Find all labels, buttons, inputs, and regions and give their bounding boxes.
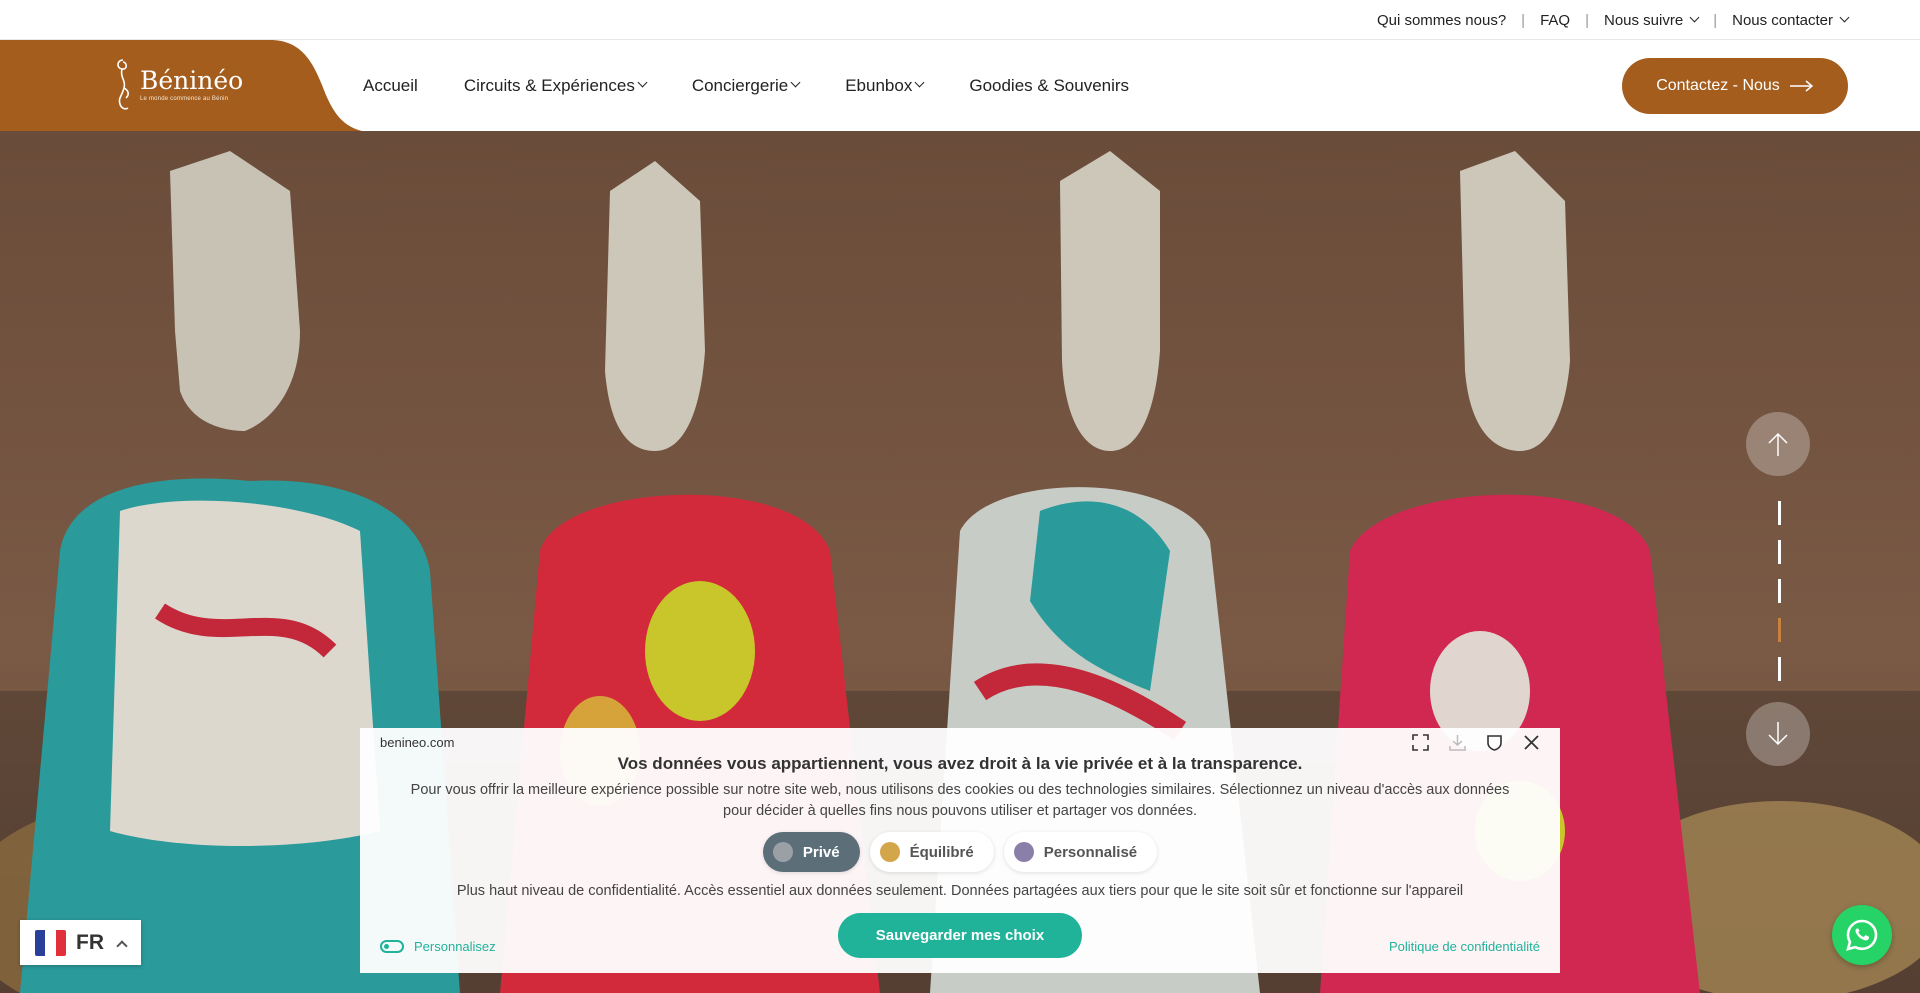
language-code: FR — [76, 930, 104, 954]
slider-pagination — [1778, 501, 1781, 681]
link-faq[interactable]: FAQ — [1540, 12, 1570, 29]
slider-dot-2[interactable] — [1778, 540, 1781, 564]
separator: | — [1585, 11, 1589, 29]
nav-conciergerie[interactable]: Conciergerie — [692, 76, 801, 96]
level-personnalise-button[interactable]: Personnalisé — [1003, 832, 1158, 872]
contact-us-button[interactable]: Contactez - Nous — [1622, 58, 1848, 114]
slider-down-button[interactable] — [1746, 702, 1810, 766]
nav-ebunbox[interactable]: Ebunbox — [845, 76, 925, 96]
top-utility-bar: Qui sommes nous? | FAQ | Nous suivre | N… — [0, 0, 1920, 40]
arrow-right-icon — [1789, 80, 1813, 92]
privacy-level-selector: Privé Équilibré Personnalisé — [360, 832, 1560, 872]
nav-accueil[interactable]: Accueil — [363, 76, 418, 96]
nav-circuits-experiences[interactable]: Circuits & Expériences — [464, 76, 648, 96]
level-prive-button[interactable]: Privé — [762, 832, 860, 872]
whatsapp-icon — [1846, 919, 1878, 951]
slider-dot-4[interactable] — [1778, 618, 1781, 642]
chevron-down-icon — [914, 77, 925, 88]
cookie-description: Pour vous offrir la meilleure expérience… — [410, 782, 1510, 819]
main-header: Béninéo Le monde commence au Bénin Accue… — [0, 40, 1920, 131]
cookie-domain: benineo.com — [380, 735, 455, 750]
level-description: Plus haut niveau de confidentialité. Acc… — [456, 883, 1464, 899]
close-icon[interactable] — [1523, 734, 1540, 751]
slider-up-button[interactable] — [1746, 412, 1810, 476]
whatsapp-button[interactable] — [1832, 905, 1892, 965]
level-indicator-icon — [772, 842, 793, 862]
customize-link[interactable]: Personnalisez — [380, 939, 496, 954]
level-equilibre-button[interactable]: Équilibré — [869, 832, 994, 872]
language-switcher[interactable]: FR — [20, 920, 141, 965]
chevron-down-icon — [1689, 12, 1700, 22]
nav-goodies-souvenirs[interactable]: Goodies & Souvenirs — [969, 76, 1129, 96]
level-indicator-icon — [879, 842, 900, 862]
arrow-down-icon — [1768, 722, 1788, 746]
logo-tagline: Le monde commence au Bénin — [140, 96, 229, 102]
expand-icon[interactable] — [1412, 734, 1429, 751]
topbar-links: Qui sommes nous? | FAQ | Nous suivre | N… — [1377, 0, 1850, 40]
toggle-icon — [380, 940, 404, 953]
download-icon[interactable] — [1449, 734, 1466, 751]
chevron-down-icon — [1839, 12, 1850, 22]
france-flag-icon — [35, 929, 66, 956]
level-indicator-icon — [1013, 842, 1034, 862]
logo-name: Béninéo — [140, 66, 244, 95]
main-nav: Accueil Circuits & Expériences Concierge… — [363, 40, 1129, 131]
separator: | — [1521, 11, 1526, 29]
chevron-up-icon — [116, 939, 128, 952]
privacy-policy-link[interactable]: Politique de confidentialité — [1389, 939, 1540, 954]
slider-dot-3[interactable] — [1778, 579, 1781, 603]
link-qui-sommes-nous[interactable]: Qui sommes nous? — [1377, 12, 1506, 29]
separator: | — [1713, 11, 1718, 29]
slider-dot-1[interactable] — [1778, 501, 1781, 525]
arrow-up-icon — [1768, 432, 1788, 456]
chevron-down-icon — [637, 77, 648, 88]
shield-icon[interactable] — [1486, 734, 1503, 751]
logo-mark-icon — [117, 59, 129, 110]
cookie-title: Vos données vous appartiennent, vous ave… — [617, 754, 1303, 773]
slider-dot-5[interactable] — [1778, 657, 1781, 681]
link-nous-suivre[interactable]: Nous suivre — [1604, 12, 1700, 29]
logo-block: Béninéo Le monde commence au Bénin — [0, 40, 370, 131]
cookie-consent-banner: benineo.com Vos données vous appartienne… — [360, 728, 1560, 973]
cookie-toolbar — [1412, 734, 1540, 751]
chevron-down-icon — [790, 77, 801, 88]
save-choices-button[interactable]: Sauvegarder mes choix — [838, 913, 1082, 958]
link-nous-contacter[interactable]: Nous contacter — [1732, 12, 1850, 29]
logo[interactable]: Béninéo Le monde commence au Bénin — [112, 58, 243, 112]
